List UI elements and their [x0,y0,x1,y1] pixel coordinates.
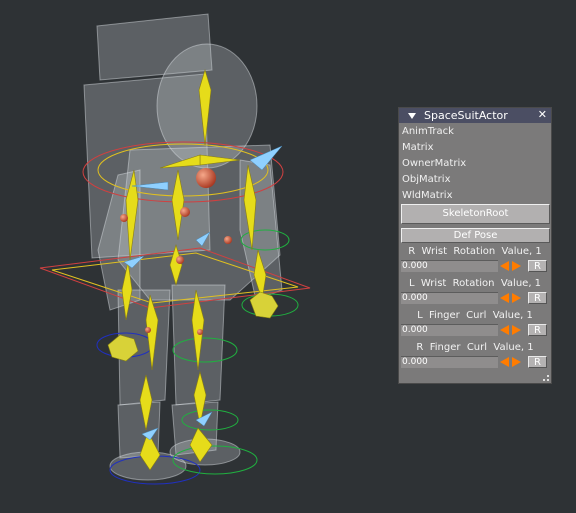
value-field-r-finger[interactable]: 0.000 [401,356,498,368]
control-label-l-wrist: L Wrist Rotation Value, 1 [408,278,542,289]
property-wldmatrix[interactable]: WldMatrix [402,189,453,203]
control-label-r-wrist: R Wrist Rotation Value, 1 [408,246,542,257]
property-objmatrix[interactable]: ObjMatrix [402,173,450,187]
actor-panel: SpaceSuitActor ✕ AnimTrack Matrix OwnerM… [398,107,552,384]
triangle-down-icon[interactable] [408,113,416,119]
orange-arrows-icon[interactable] [499,292,523,303]
orange-arrows-icon[interactable] [499,324,523,335]
value-field-r-wrist[interactable]: 0.000 [401,260,498,272]
close-icon[interactable]: ✕ [538,108,547,122]
property-animtrack[interactable]: AnimTrack [402,125,454,139]
control-label-l-finger: L Finger Curl Value, 1 [417,310,533,321]
value-field-l-wrist[interactable]: 0.000 [401,292,498,304]
def-pose-button[interactable]: Def Pose [401,228,550,243]
reset-button-r-wrist[interactable]: R [528,260,547,272]
reset-button-l-finger[interactable]: R [528,324,547,336]
orange-arrows-icon[interactable] [499,260,523,271]
reset-button-r-finger[interactable]: R [528,356,547,368]
skeleton-root-button[interactable]: SkeletonRoot [401,204,550,224]
reset-button-l-wrist[interactable]: R [528,292,547,304]
resize-grip-icon[interactable] [543,375,549,381]
panel-titlebar[interactable]: SpaceSuitActor ✕ [399,108,551,123]
property-matrix[interactable]: Matrix [402,141,433,155]
orange-arrows-icon[interactable] [499,356,523,367]
control-label-r-finger: R Finger Curl Value, 1 [416,342,534,353]
value-field-l-finger[interactable]: 0.000 [401,324,498,336]
panel-title: SpaceSuitActor [424,109,508,122]
property-ownermatrix[interactable]: OwnerMatrix [402,157,466,171]
